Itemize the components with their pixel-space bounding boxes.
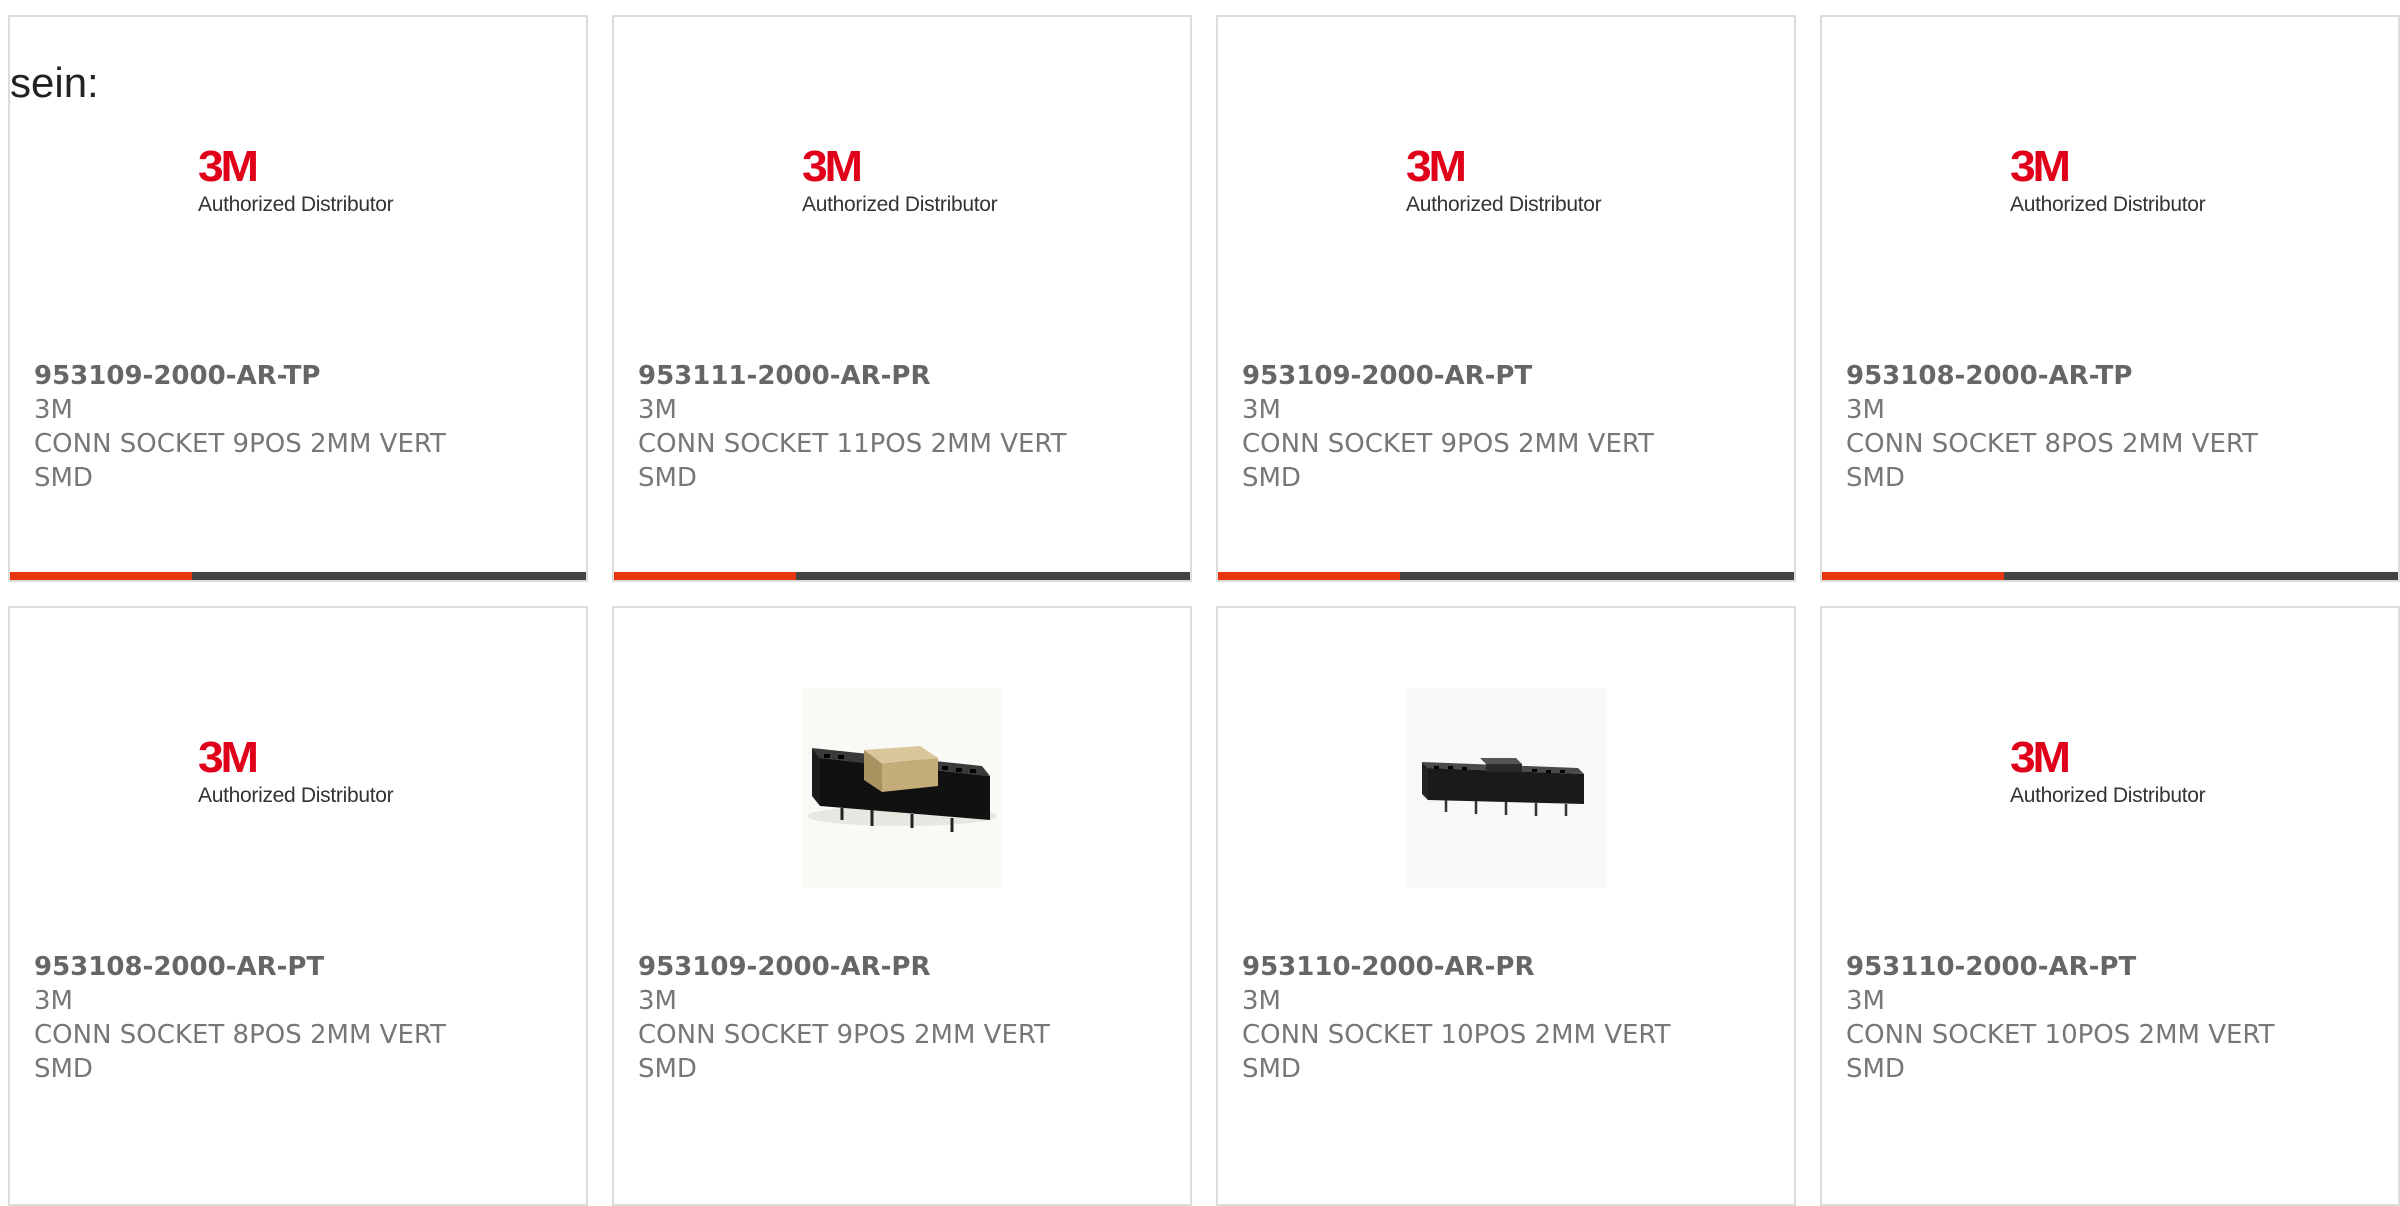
product-info: 953111-2000-AR-PR 3M CONN SOCKET 11POS 2… <box>638 359 1158 495</box>
card-footer-bar <box>1822 572 2398 580</box>
part-number-link[interactable]: 953111-2000-AR-PR <box>638 359 1158 393</box>
product-card[interactable]: 3M Authorized Distributor 953111-2000-AR… <box>612 15 1192 582</box>
product-info: 953109-2000-AR-PR 3M CONN SOCKET 9POS 2M… <box>638 950 1158 1086</box>
description-cont: SMD <box>1846 463 1905 493</box>
part-number-link[interactable]: 953109-2000-AR-TP <box>34 359 554 393</box>
3m-logo-mark: 3M <box>2010 142 2071 191</box>
3m-logo: 3M Authorized Distributor <box>802 145 1002 217</box>
description-cont: SMD <box>638 463 697 493</box>
3m-logo-tagline: Authorized Distributor <box>198 193 394 216</box>
intro-text: sein: <box>10 59 99 106</box>
3m-logo-mark: 3M <box>198 142 259 191</box>
description: CONN SOCKET 8POS 2MM VERT <box>1846 429 2258 459</box>
description-cont: SMD <box>1846 1054 1905 1084</box>
3m-logo: 3M Authorized Distributor <box>1406 145 1606 217</box>
description: CONN SOCKET 8POS 2MM VERT <box>34 1020 446 1050</box>
part-number-link[interactable]: 953108-2000-AR-PT <box>34 950 554 984</box>
3m-logo-mark: 3M <box>198 733 259 782</box>
product-card[interactable]: 953110-2000-AR-PR 3M CONN SOCKET 10POS 2… <box>1216 606 1796 1206</box>
3m-logo-tagline: Authorized Distributor <box>802 193 998 216</box>
part-number-link[interactable]: 953108-2000-AR-TP <box>1846 359 2366 393</box>
manufacturer: 3M <box>638 395 677 425</box>
product-info: 953110-2000-AR-PT 3M CONN SOCKET 10POS 2… <box>1846 950 2366 1086</box>
3m-logo-tagline: Authorized Distributor <box>1406 193 1602 216</box>
3m-logo-tagline: Authorized Distributor <box>2010 193 2206 216</box>
3m-logo-mark: 3M <box>2010 733 2071 782</box>
manufacturer: 3M <box>1242 395 1281 425</box>
card-footer-bar <box>614 572 1190 580</box>
3m-logo: 3M Authorized Distributor <box>2010 145 2210 217</box>
product-info: 953108-2000-AR-PT 3M CONN SOCKET 8POS 2M… <box>34 950 554 1086</box>
description-cont: SMD <box>638 1054 697 1084</box>
3m-logo-mark: 3M <box>802 142 863 191</box>
part-number-link[interactable]: 953109-2000-AR-PT <box>1242 359 1762 393</box>
card-footer-bar <box>10 572 586 580</box>
description-cont: SMD <box>34 1054 93 1084</box>
3m-logo-mark: 3M <box>1406 142 1467 191</box>
3m-logo-tagline: Authorized Distributor <box>2010 784 2206 807</box>
card-accent <box>10 572 192 580</box>
manufacturer: 3M <box>34 395 73 425</box>
product-image-3m-logo[interactable]: 3M Authorized Distributor <box>2010 736 2210 826</box>
description-cont: SMD <box>34 463 93 493</box>
description: CONN SOCKET 10POS 2MM VERT <box>1242 1020 1671 1050</box>
description: CONN SOCKET 10POS 2MM VERT <box>1846 1020 2275 1050</box>
card-footer-bar <box>1218 572 1794 580</box>
3m-logo: 3M Authorized Distributor <box>2010 736 2210 808</box>
product-info: 953110-2000-AR-PR 3M CONN SOCKET 10POS 2… <box>1242 950 1762 1086</box>
description: CONN SOCKET 9POS 2MM VERT <box>638 1020 1050 1050</box>
card-accent <box>1218 572 1400 580</box>
product-info: 953108-2000-AR-TP 3M CONN SOCKET 8POS 2M… <box>1846 359 2366 495</box>
manufacturer: 3M <box>1846 986 1885 1016</box>
3m-logo: 3M Authorized Distributor <box>198 736 398 808</box>
product-image-connector[interactable] <box>802 688 1002 888</box>
manufacturer: 3M <box>1846 395 1885 425</box>
product-image-3m-logo[interactable]: 3M Authorized Distributor <box>802 145 1002 235</box>
card-accent <box>1822 572 2004 580</box>
3m-logo-tagline: Authorized Distributor <box>198 784 394 807</box>
description: CONN SOCKET 11POS 2MM VERT <box>638 429 1067 459</box>
card-accent <box>614 572 796 580</box>
part-number-link[interactable]: 953109-2000-AR-PR <box>638 950 1158 984</box>
product-card[interactable]: 3M Authorized Distributor 953108-2000-AR… <box>1820 15 2400 582</box>
product-card[interactable]: 3M Authorized Distributor 953109-2000-AR… <box>1216 15 1796 582</box>
description-cont: SMD <box>1242 1054 1301 1084</box>
product-info: 953109-2000-AR-TP 3M CONN SOCKET 9POS 2M… <box>34 359 554 495</box>
connector-gold-icon <box>802 688 1002 888</box>
product-image-3m-logo[interactable]: 3M Authorized Distributor <box>1406 145 1606 235</box>
manufacturer: 3M <box>1242 986 1281 1016</box>
3m-logo: 3M Authorized Distributor <box>198 145 398 217</box>
description: CONN SOCKET 9POS 2MM VERT <box>34 429 446 459</box>
product-card[interactable]: 3M Authorized Distributor 953108-2000-AR… <box>8 606 588 1206</box>
product-image-3m-logo[interactable]: 3M Authorized Distributor <box>2010 145 2210 235</box>
connector-black-icon <box>1406 688 1606 888</box>
description-cont: SMD <box>1242 463 1301 493</box>
product-card[interactable]: 953109-2000-AR-PR 3M CONN SOCKET 9POS 2M… <box>612 606 1192 1206</box>
product-info: 953109-2000-AR-PT 3M CONN SOCKET 9POS 2M… <box>1242 359 1762 495</box>
product-card[interactable]: sein: 3M Authorized Distributor 953109-2… <box>8 15 588 582</box>
part-number-link[interactable]: 953110-2000-AR-PT <box>1846 950 2366 984</box>
part-number-link[interactable]: 953110-2000-AR-PR <box>1242 950 1762 984</box>
product-image-3m-logo[interactable]: 3M Authorized Distributor <box>198 736 398 826</box>
manufacturer: 3M <box>34 986 73 1016</box>
product-grid: sein: 3M Authorized Distributor 953109-2… <box>8 15 2400 1206</box>
description: CONN SOCKET 9POS 2MM VERT <box>1242 429 1654 459</box>
product-image-connector[interactable] <box>1406 688 1606 888</box>
product-card[interactable]: 3M Authorized Distributor 953110-2000-AR… <box>1820 606 2400 1206</box>
product-image-3m-logo[interactable]: 3M Authorized Distributor <box>198 145 398 235</box>
manufacturer: 3M <box>638 986 677 1016</box>
